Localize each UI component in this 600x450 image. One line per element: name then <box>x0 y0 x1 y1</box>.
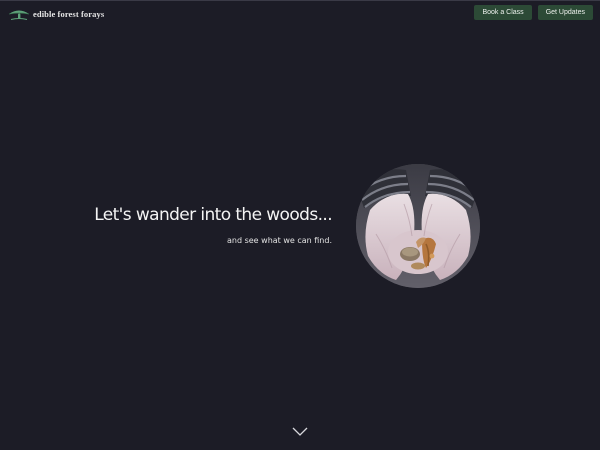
page: edible forest forays Book a Class Get Up… <box>0 0 600 450</box>
hero-subtitle: and see what we can find. <box>227 236 332 245</box>
get-updates-button[interactable]: Get Updates <box>537 5 593 20</box>
hero-title: Let's wander into the woods... <box>94 205 332 225</box>
hands-holding-mushrooms-photo <box>356 164 480 288</box>
book-a-class-button[interactable]: Book a Class <box>474 5 532 20</box>
mushroom-logo-icon <box>8 10 30 20</box>
brand-name: edible forest forays <box>33 9 105 19</box>
site-header: edible forest forays Book a Class Get Up… <box>0 1 600 27</box>
brand-link[interactable]: edible forest forays <box>8 7 104 21</box>
header-actions: Book a Class Get Updates <box>474 5 593 20</box>
chevron-down-icon[interactable] <box>292 427 308 437</box>
